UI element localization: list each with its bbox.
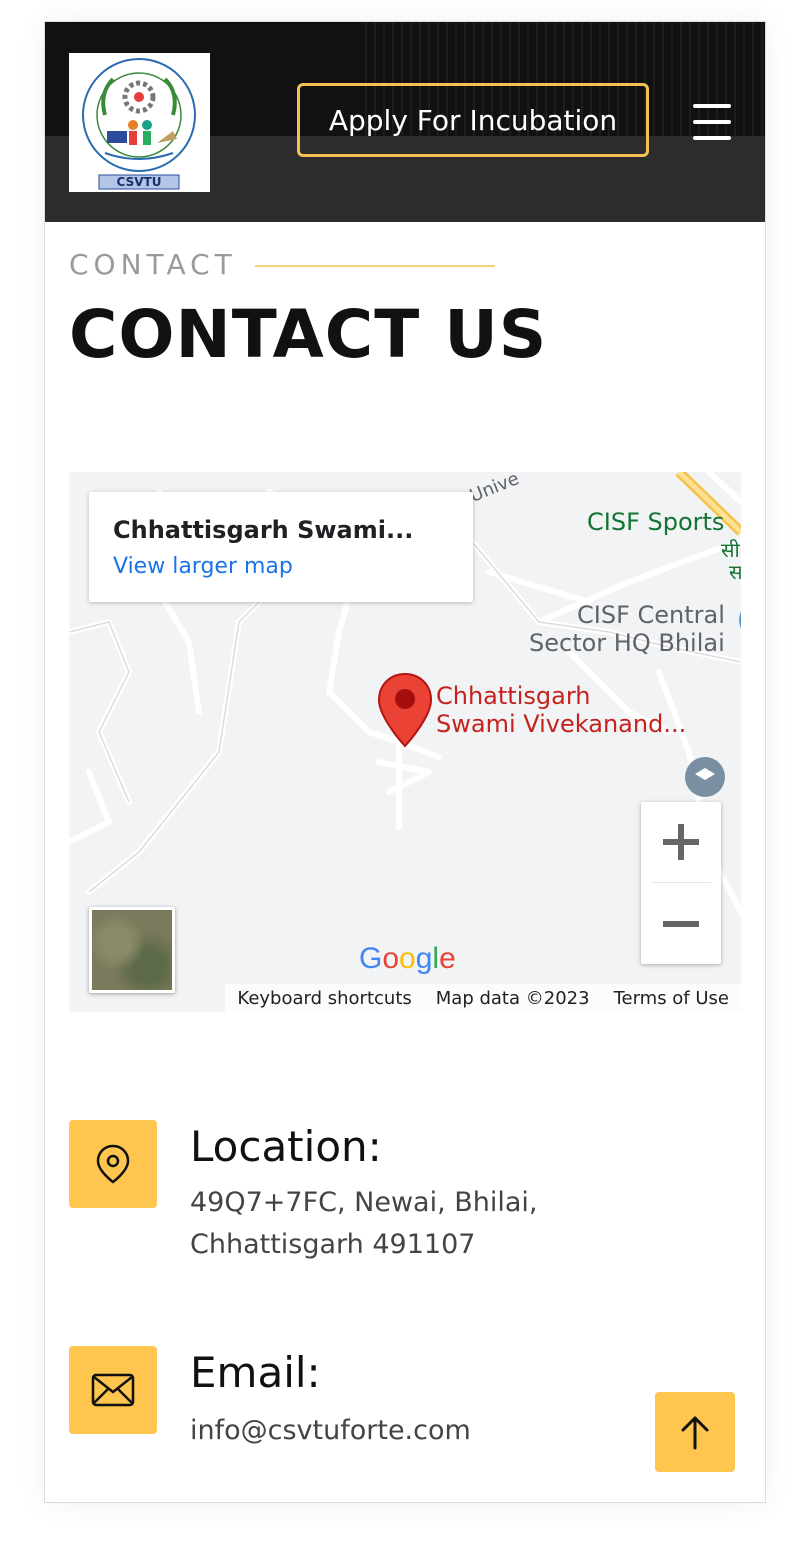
zoom-separator — [651, 882, 711, 883]
place-name: Chhattisgarh Swami... — [113, 516, 414, 544]
map-footer: Keyboard shortcuts Map data ©2023 Terms … — [225, 984, 741, 1012]
hamburger-menu-icon[interactable] — [691, 102, 735, 142]
map-label-sector-hq[interactable]: Sector HQ Bhilai — [529, 629, 725, 657]
google-logo: Google — [359, 942, 456, 975]
eyebrow-divider — [255, 265, 495, 267]
menu-bar — [693, 104, 731, 108]
email-address[interactable]: info@csvtuforte.com — [190, 1410, 710, 1452]
map-label-pin-line2[interactable]: Swami Vivekanand... — [436, 710, 686, 738]
zoom-out-button[interactable] — [641, 884, 721, 964]
minus-icon — [663, 921, 699, 927]
zoom-controls — [641, 802, 721, 964]
apply-for-incubation-button[interactable]: Apply For Incubation — [297, 83, 649, 157]
map-label-cisf-central[interactable]: CISF Central — [577, 601, 725, 629]
logo-text: CSVTU — [117, 175, 162, 189]
map-label-pin-line1[interactable]: Chhattisgarh — [436, 682, 590, 710]
terms-of-use-link[interactable]: Terms of Use — [614, 988, 729, 1009]
menu-bar — [693, 120, 731, 124]
view-larger-map-link[interactable]: View larger map — [113, 554, 293, 579]
back-to-top-button[interactable] — [655, 1392, 735, 1472]
menu-bar — [693, 136, 731, 140]
email-title: Email: — [190, 1348, 321, 1397]
map-label-cisf-sports[interactable]: CISF Sports — [587, 508, 724, 536]
place-info-card: Chhattisgarh Swami... View larger map — [89, 492, 473, 602]
arrow-up-icon — [681, 1416, 709, 1450]
location-pin-icon[interactable] — [377, 672, 433, 750]
location-title: Location: — [190, 1122, 382, 1171]
logo-emblem: CSVTU — [82, 58, 196, 190]
site-header: CSVTU Apply For Incubation — [45, 22, 765, 222]
keyboard-shortcuts-link[interactable]: Keyboard shortcuts — [237, 988, 411, 1009]
plus-icon — [663, 824, 699, 860]
page-frame: CSVTU Apply For Incubation CONTACT CONTA… — [44, 21, 766, 1503]
section-eyebrow: CONTACT — [69, 248, 237, 281]
envelope-icon — [91, 1373, 135, 1407]
email-icon-box — [69, 1346, 157, 1434]
location-icon-box — [69, 1120, 157, 1208]
satellite-view-toggle[interactable] — [89, 907, 175, 993]
embedded-map[interactable]: Unive CISF Sports सी स CISF Central Sect… — [69, 472, 741, 1012]
map-label-hindi-2: स — [729, 558, 741, 586]
csvtu-logo[interactable]: CSVTU — [69, 53, 210, 192]
page-title: CONTACT US — [69, 296, 548, 373]
zoom-in-button[interactable] — [641, 802, 721, 882]
map-data-attribution: Map data ©2023 — [435, 987, 590, 1009]
map-marker-icon — [96, 1144, 130, 1184]
location-address: 49Q7+7FC, Newai, Bhilai, Chhattisgarh 49… — [190, 1187, 538, 1260]
